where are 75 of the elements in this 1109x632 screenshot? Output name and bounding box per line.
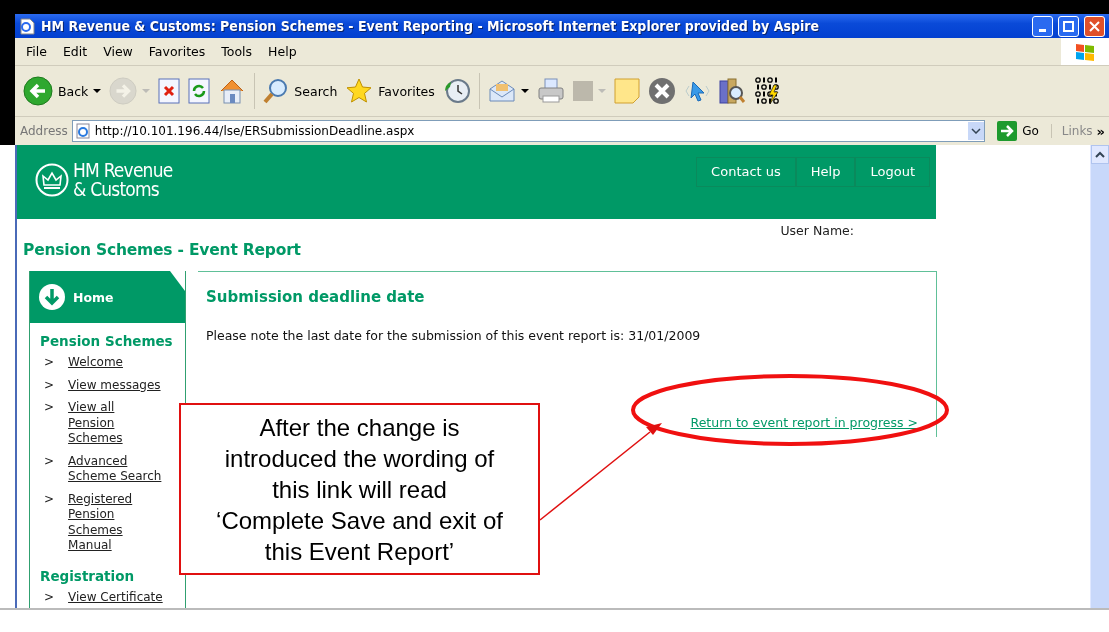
- refresh-button[interactable]: [188, 78, 211, 104]
- close-icon: [1089, 20, 1100, 32]
- minimize-button[interactable]: [1032, 15, 1053, 37]
- refresh-icon: [188, 78, 211, 104]
- print-button[interactable]: [536, 78, 565, 104]
- scroll-up-icon: [1095, 151, 1105, 158]
- bullet-mark: >: [44, 453, 55, 470]
- book-magnifier-icon: [717, 77, 746, 105]
- sidebar-link[interactable]: View all Pension Schemes: [68, 400, 165, 447]
- sidebar-link[interactable]: View Certificate: [68, 589, 165, 605]
- section-heading: Submission deadline date: [206, 287, 426, 306]
- search-icon: [263, 78, 290, 104]
- binary-button[interactable]: [753, 77, 782, 105]
- star-icon: [345, 77, 374, 105]
- mail-button[interactable]: [487, 79, 529, 103]
- printer-icon: [536, 78, 565, 104]
- square-icon: [572, 81, 593, 101]
- scrollbar[interactable]: [1090, 145, 1109, 608]
- sidebar-link[interactable]: View messages: [68, 377, 165, 393]
- nav-link[interactable]: Contact us: [696, 157, 796, 187]
- menu-item[interactable]: File: [15, 44, 55, 59]
- nav-link[interactable]: Help: [795, 157, 856, 187]
- bullet-mark: >: [44, 377, 55, 393]
- toolbar-button[interactable]: Search: [263, 78, 338, 104]
- menu-item[interactable]: Help: [260, 44, 305, 59]
- bullet-mark: >: [44, 400, 55, 416]
- sticky-note-icon: [613, 78, 640, 104]
- history-button[interactable]: [442, 77, 471, 105]
- bullet-mark: >: [44, 491, 55, 508]
- sidebar-link[interactable]: Registered Pension Schemes Manual: [68, 491, 165, 554]
- home-link[interactable]: Home: [30, 271, 185, 323]
- chevron-button[interactable]: »: [1096, 123, 1109, 139]
- menu-item[interactable]: Edit: [54, 44, 96, 59]
- sidebar-link[interactable]: Advanced Scheme Search: [68, 453, 165, 485]
- history-icon: [442, 77, 471, 105]
- toolbar-button[interactable]: Favorites: [345, 77, 435, 105]
- deadline-message: Please note the last date for the submission of this event report is: 31/01/2009: [206, 328, 702, 343]
- x-circle-icon: [647, 77, 676, 105]
- research-button[interactable]: [717, 77, 746, 105]
- page-title: Pension Schemes - Event Report: [22, 241, 302, 259]
- annotation-text: After the change is introduced the wording of this link will read ‘Complete Save and exit of this Event Report’: [216, 412, 503, 567]
- go-button[interactable]: Go: [989, 121, 1047, 141]
- minimize-icon: [1039, 28, 1046, 32]
- crown-logo-icon: [35, 163, 69, 197]
- close-button[interactable]: [1084, 15, 1105, 37]
- section-heading: Pension Schemes: [39, 332, 174, 351]
- browser-page-icon: [19, 17, 36, 35]
- dropdown-button[interactable]: [968, 122, 985, 140]
- sidebar-link[interactable]: Welcome: [68, 355, 165, 371]
- x-circle-button[interactable]: [647, 77, 676, 105]
- binary-code-icon: [753, 77, 782, 105]
- document-x-icon: [158, 78, 181, 104]
- arrow-right-icon: [997, 121, 1018, 141]
- return-link[interactable]: Return to event report in progress >: [690, 415, 918, 430]
- address-field[interactable]: http://10.101.196.44/lse/ERSubmissionDeadline.aspx: [71, 120, 986, 142]
- bullet-mark: >: [44, 355, 55, 371]
- chevron-down-icon: [971, 128, 982, 134]
- windows-flag-icon: [1074, 41, 1096, 62]
- section-heading: Registration: [39, 566, 136, 586]
- toolbar-button[interactable]: Back: [23, 76, 102, 106]
- menu-item[interactable]: Favorites: [140, 44, 214, 59]
- logo-text: & Customs: [73, 180, 160, 199]
- logo-text: HM Revenue: [73, 161, 173, 180]
- address-label: Address: [20, 124, 68, 138]
- maximize-icon: [1063, 20, 1074, 32]
- window-title: HM Revenue & Customs: Pension Schemes - Event Reporting - Microsoft Internet Explorer provided by Aspire: [41, 18, 821, 34]
- ie-page-icon: [74, 123, 91, 139]
- nav-link[interactable]: Logout: [855, 157, 930, 187]
- stop-button[interactable]: [158, 78, 181, 104]
- maximize-button[interactable]: [1058, 15, 1079, 37]
- bullet-mark: >: [44, 589, 55, 605]
- menu-item[interactable]: View: [95, 44, 141, 59]
- user-name-label: User Name:: [780, 223, 854, 239]
- envelope-icon: [487, 79, 516, 103]
- menu-item[interactable]: Tools: [213, 44, 261, 59]
